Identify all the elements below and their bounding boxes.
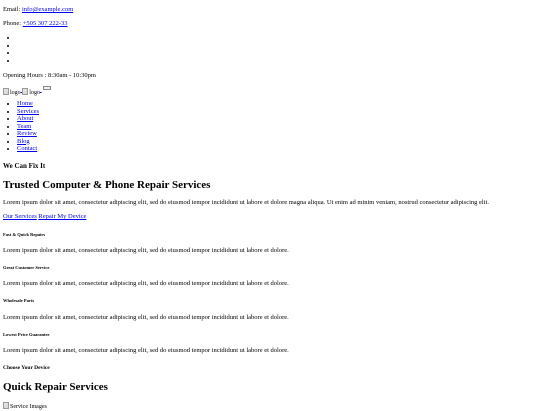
feature-text: Lorem ipsum dolor sit amet, consectetur … bbox=[3, 280, 289, 287]
nav-item-about: About bbox=[17, 115, 39, 123]
social-list bbox=[0, 34, 17, 64]
menu-toggle-button[interactable] bbox=[42, 86, 51, 90]
email-label: Email: bbox=[3, 6, 21, 13]
feature-title: Lowest Price Guarantee bbox=[3, 332, 50, 337]
email-link[interactable]: info@example.com bbox=[22, 6, 73, 13]
opening-hours: Opening Hours : 8:30am - 10:30pm bbox=[3, 72, 96, 79]
header-logo: logo logo bbox=[3, 86, 51, 96]
phone-line: Phone: +505 307 222-33 bbox=[3, 20, 68, 28]
nav-item-contact: Contact bbox=[17, 145, 39, 153]
quick-repair-title: Quick Repair Services bbox=[3, 381, 108, 393]
repair-device-button[interactable]: Repair My Device bbox=[38, 213, 86, 220]
phone-link[interactable]: +505 307 222-33 bbox=[23, 20, 68, 27]
email-line: Email: info@example.com bbox=[3, 6, 73, 14]
logo-image: logo bbox=[3, 87, 21, 96]
nav-link-review[interactable]: Review bbox=[17, 130, 37, 137]
logo-image-alt: logo bbox=[22, 87, 40, 96]
nav-link-home[interactable]: Home bbox=[17, 100, 33, 107]
service-image: Service Images bbox=[3, 400, 47, 410]
feature-text: Lorem ipsum dolor sit amet, consectetur … bbox=[3, 347, 289, 354]
nav-item-review: Review bbox=[17, 130, 39, 138]
nav-link-contact[interactable]: Contact bbox=[17, 145, 37, 152]
main-nav: Home Services About Team Review Blog Con… bbox=[0, 100, 39, 153]
feature-text: Lorem ipsum dolor sit amet, consectetur … bbox=[3, 247, 289, 254]
hero-text: Lorem ipsum dolor sit amet, consectetur … bbox=[3, 199, 489, 206]
feature-title: Wholesale Parts bbox=[3, 298, 35, 303]
nav-link-about[interactable]: About bbox=[17, 115, 33, 122]
nav-item-team: Team bbox=[17, 123, 39, 131]
nav-item-services: Services bbox=[17, 108, 39, 116]
logo-link[interactable]: logo logo bbox=[3, 86, 42, 96]
feature-title: Fast & Quick Repairs bbox=[3, 232, 46, 237]
nav-link-blog[interactable]: Blog bbox=[17, 138, 30, 145]
phone-label: Phone: bbox=[3, 20, 22, 27]
choose-device-heading: Choose Your Device bbox=[3, 365, 50, 371]
nav-item-home: Home bbox=[17, 100, 39, 108]
our-services-button[interactable]: Our Services bbox=[3, 213, 37, 220]
hero-kicker: We Can Fix It bbox=[3, 162, 46, 170]
nav-link-services[interactable]: Services bbox=[17, 108, 39, 115]
feature-text: Lorem ipsum dolor sit amet, consectetur … bbox=[3, 314, 289, 321]
hero-title: Trusted Computer & Phone Repair Services bbox=[3, 179, 211, 191]
nav-item-blog: Blog bbox=[17, 138, 39, 146]
feature-title: Great Customer Service bbox=[3, 265, 50, 270]
nav-link-team[interactable]: Team bbox=[17, 123, 31, 130]
hero-buttons: Our Services Repair My Device bbox=[3, 213, 86, 221]
